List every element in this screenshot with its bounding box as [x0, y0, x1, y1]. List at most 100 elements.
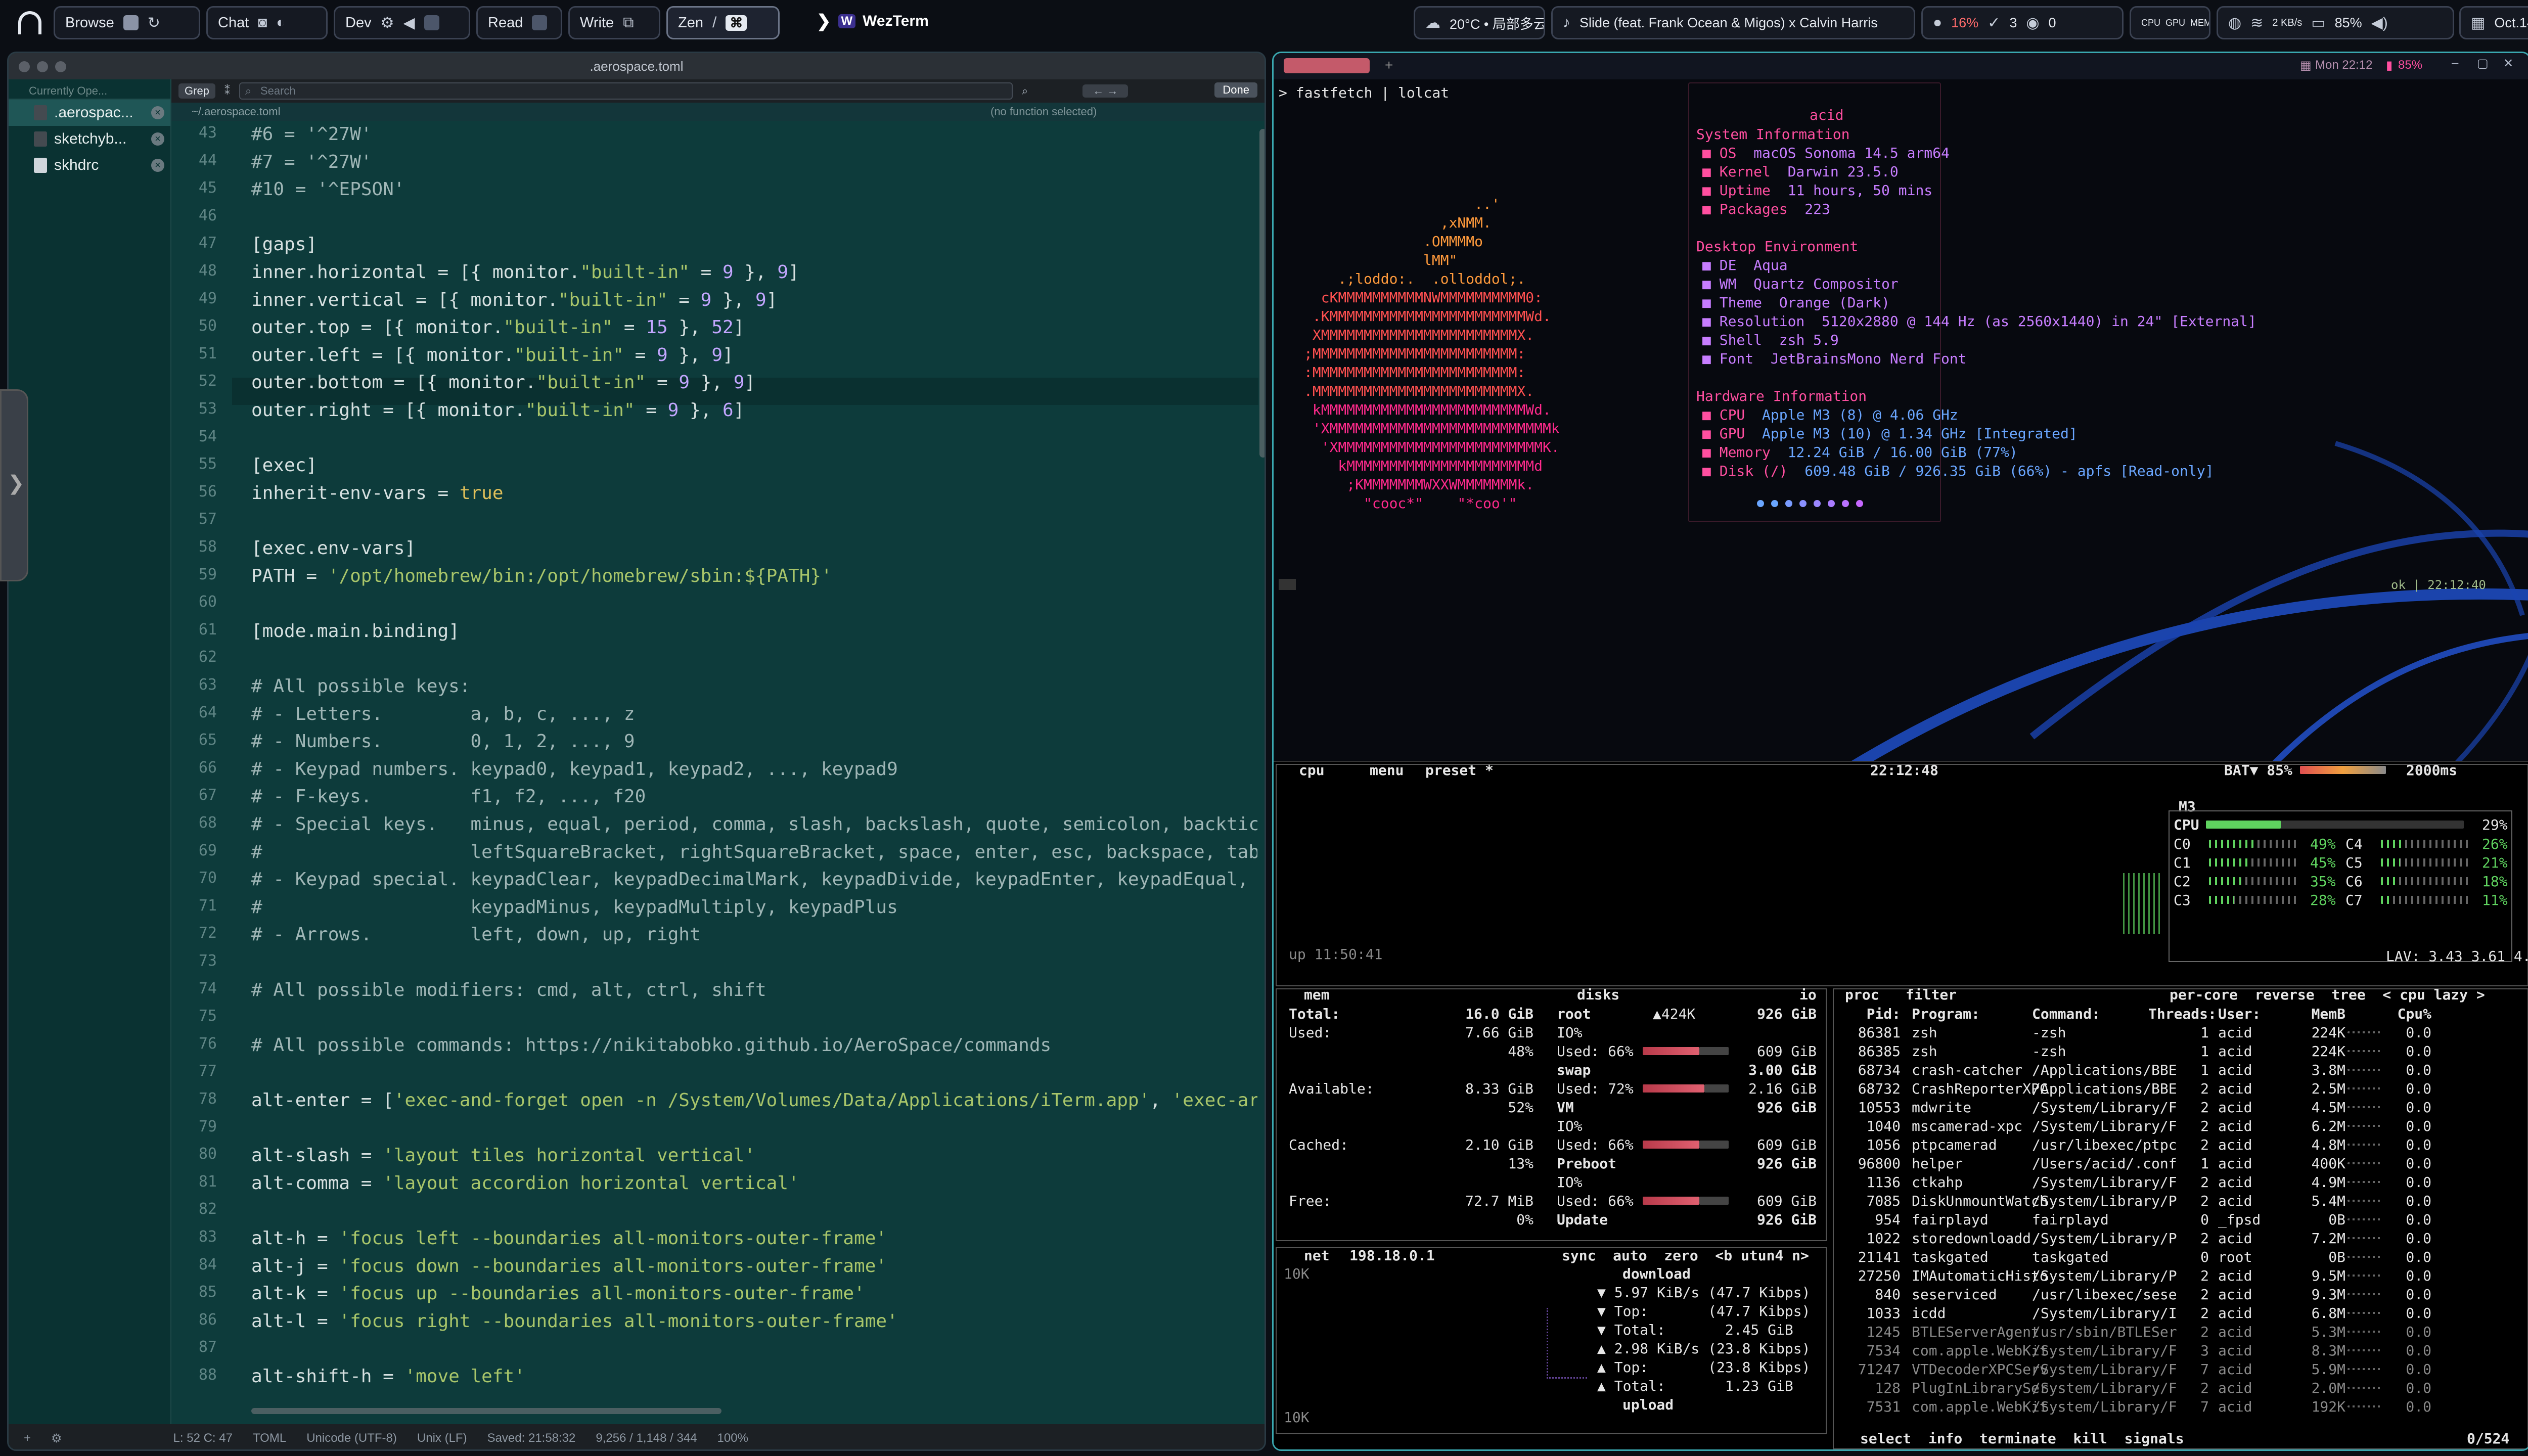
new-tab-button[interactable]: +	[1385, 57, 1393, 73]
sidebar-file-aerospace[interactable]: .aerospac... ×	[9, 100, 170, 126]
function-selector[interactable]: (no function selected)	[990, 105, 1097, 118]
mem-title[interactable]: mem	[1304, 986, 1330, 1003]
proc-filter[interactable]: filter	[1906, 986, 1957, 1003]
terminal-tab[interactable]	[1284, 58, 1370, 73]
workspace-browse[interactable]: Browse ↻	[54, 6, 200, 39]
close-icon[interactable]: ×	[151, 132, 164, 146]
search-options-icon[interactable]: ⌕	[1022, 84, 1028, 98]
workspace-write[interactable]: Write ⧉	[568, 6, 660, 39]
maximize-icon[interactable]: ▢	[2477, 56, 2489, 71]
code-line[interactable]: # - Numbers. 0, 1, 2, ..., 9	[251, 731, 635, 752]
code-line[interactable]: # - F-keys. f1, f2, ..., f20	[251, 786, 646, 807]
horizontal-scrollbar[interactable]	[251, 1408, 721, 1414]
btop-monitor[interactable]: cpu menu preset * 22:12:48 BAT▼ 85% 2000…	[1274, 761, 2528, 1449]
headphones-icon[interactable]	[18, 11, 41, 34]
net-title[interactable]: net	[1304, 1247, 1330, 1264]
gear-icon[interactable]: ⚙	[51, 1431, 62, 1446]
code-line[interactable]: alt-h = 'focus left --boundaries all-mon…	[251, 1228, 887, 1249]
weather-widget[interactable]: ☁ 20°C • 局部多云	[1414, 6, 1545, 39]
code-line[interactable]: inner.vertical = [{ monitor."built-in" =…	[251, 290, 777, 310]
code-line[interactable]: alt-comma = 'layout accordion horizontal…	[251, 1173, 799, 1194]
code-line[interactable]: alt-slash = 'layout tiles horizontal ver…	[251, 1145, 755, 1166]
code-line[interactable]: # All possible keys:	[251, 676, 470, 697]
minimize-button[interactable]	[37, 61, 48, 72]
code-line[interactable]: outer.right = [{ monitor."built-in" = 9 …	[251, 400, 744, 421]
code-line[interactable]: inner.horizontal = [{ monitor."built-in"…	[251, 262, 799, 283]
regex-icon[interactable]: ⁑	[224, 84, 230, 98]
language-mode[interactable]: TOML	[253, 1431, 286, 1445]
prev-next-arrows[interactable]: ← →	[1082, 84, 1128, 98]
code-line[interactable]: #7 = '^27W'	[251, 152, 372, 172]
code-line[interactable]: # All possible modifiers: cmd, alt, ctrl…	[251, 980, 766, 1000]
vertical-scrollbar[interactable]	[1259, 129, 1265, 458]
preset-tab[interactable]: preset *	[1425, 762, 1494, 779]
code-line[interactable]: alt-k = 'focus up --boundaries all-monit…	[251, 1283, 865, 1304]
status-icons[interactable]: ◍ ≋ 2 KB/s ▭ 85% ◀)	[2217, 6, 2454, 39]
close-button[interactable]	[19, 61, 30, 72]
code-line[interactable]: alt-shift-h = 'move left'	[251, 1366, 525, 1387]
zoom-level[interactable]: 100%	[717, 1431, 748, 1445]
code-line[interactable]: inherit-env-vars = true	[251, 483, 504, 504]
text-encoding[interactable]: Unicode (UTF-8)	[306, 1431, 397, 1445]
io-toggle[interactable]: io	[1799, 986, 1817, 1003]
disks-title[interactable]: disks	[1577, 986, 1619, 1003]
code-line[interactable]: alt-enter = ['exec-and-forget open -n /S…	[251, 1090, 1257, 1111]
window-titlebar[interactable]: .aerospace.toml	[9, 53, 1265, 79]
sidebar-file-sketchybar[interactable]: sketchyb... ×	[9, 126, 170, 152]
update-interval[interactable]: 2000ms	[2406, 762, 2457, 779]
zoom-button[interactable]	[55, 61, 66, 72]
code-line[interactable]: [exec.env-vars]	[251, 538, 416, 559]
search-input[interactable]: ⌕ Search	[239, 82, 1013, 100]
add-icon[interactable]: +	[24, 1431, 31, 1445]
menu-tab[interactable]: menu	[1370, 762, 1404, 779]
code-line[interactable]: #10 = '^EPSON'	[251, 179, 404, 200]
grep-toggle[interactable]: Grep	[178, 83, 215, 99]
code-line[interactable]: # - Arrows. left, down, up, right	[251, 924, 701, 945]
resource-meters[interactable]: CPU GPU MEM	[2130, 6, 2210, 39]
code-area[interactable]: #6 = '^27W' #7 = '^27W' #10 = '^EPSON' [gap…	[251, 121, 1257, 1420]
code-line[interactable]: outer.top = [{ monitor."built-in" = 15 }…	[251, 317, 744, 338]
code-line[interactable]: # - Special keys. minus, equal, period, …	[251, 814, 1257, 835]
close-icon[interactable]: ×	[151, 159, 164, 172]
now-playing[interactable]: ♪ Slide (feat. Frank Ocean & Migos) x Ca…	[1551, 6, 1915, 39]
workspace-chat[interactable]: Chat ◙ ◐	[206, 6, 328, 39]
system-stats[interactable]: ● 16% ✓ 3 ◉ 0	[1921, 6, 2124, 39]
cursor-position[interactable]: L: 52 C: 47	[173, 1431, 233, 1445]
proc-title[interactable]: proc	[1845, 986, 1879, 1003]
net-options[interactable]: sync auto zero <b utun4 n>	[1562, 1247, 1809, 1264]
code-line[interactable]: # - Letters. a, b, c, ..., z	[251, 704, 635, 724]
cpu-tab[interactable]: cpu	[1299, 762, 1325, 779]
code-line[interactable]: outer.bottom = [{ monitor."built-in" = 9…	[251, 372, 755, 393]
workspace-zen[interactable]: Zen / ⌘	[666, 6, 780, 39]
minimize-icon[interactable]: –	[2452, 56, 2458, 70]
code-line[interactable]: #6 = '^27W'	[251, 124, 372, 145]
code-line[interactable]: PATH = '/opt/homebrew/bin:/opt/homebrew/…	[251, 566, 832, 586]
workspace-read[interactable]: Read	[476, 6, 562, 39]
close-icon[interactable]: ✕	[2503, 56, 2513, 71]
proc-footer[interactable]: select info terminate kill signals	[1860, 1430, 2184, 1447]
proc-options[interactable]: per-core reverse tree < cpu lazy >	[2170, 986, 2485, 1003]
code-line[interactable]: # - Keypad special. keypadClear, keypadD…	[251, 869, 1248, 890]
code-line[interactable]: # leftSquareBracket, rightSquareBracket,…	[251, 842, 1257, 862]
done-button[interactable]: Done	[1214, 82, 1257, 98]
code-line[interactable]: # keypadMinus, keypadMultiply, keypadPlu…	[251, 897, 898, 918]
code-line[interactable]: # - Keypad numbers. keypad0, keypad1, ke…	[251, 759, 898, 780]
sidebar-expand-handle[interactable]: ❯	[0, 389, 28, 581]
code-line[interactable]: [mode.main.binding]	[251, 621, 460, 642]
code-line[interactable]: outer.left = [{ monitor."built-in" = 9 }…	[251, 345, 734, 366]
code-line[interactable]: [gaps]	[251, 234, 317, 255]
shell-prompt: > fastfetch | lolcat	[1279, 84, 1450, 101]
code-line[interactable]: [exec]	[251, 455, 317, 476]
disk-key: Update	[1557, 1211, 1608, 1228]
terminal-tab-bar: + ▦ Mon 22:12 ▮ 85% – ▢ ✕	[1274, 53, 2528, 79]
line-endings[interactable]: Unix (LF)	[417, 1431, 467, 1445]
code-line[interactable]: # All possible commands: https://nikitab…	[251, 1035, 1051, 1056]
code-line[interactable]: alt-l = 'focus right --boundaries all-mo…	[251, 1311, 898, 1332]
close-icon[interactable]: ×	[151, 106, 164, 119]
code-line[interactable]: alt-j = 'focus down --boundaries all-mon…	[251, 1256, 887, 1277]
fastfetch-pane[interactable]: > fastfetch | lolcat ..' ,xNMM. .OMMMMo …	[1274, 79, 2528, 807]
sidebar-file-skhdrc[interactable]: skhdrc ×	[9, 152, 170, 178]
clock[interactable]: ▦ Oct.14 22:12	[2459, 6, 2528, 39]
file-path[interactable]: ~/.aerospace.toml	[192, 105, 280, 118]
workspace-dev[interactable]: Dev ⚙ ◀	[334, 6, 470, 39]
